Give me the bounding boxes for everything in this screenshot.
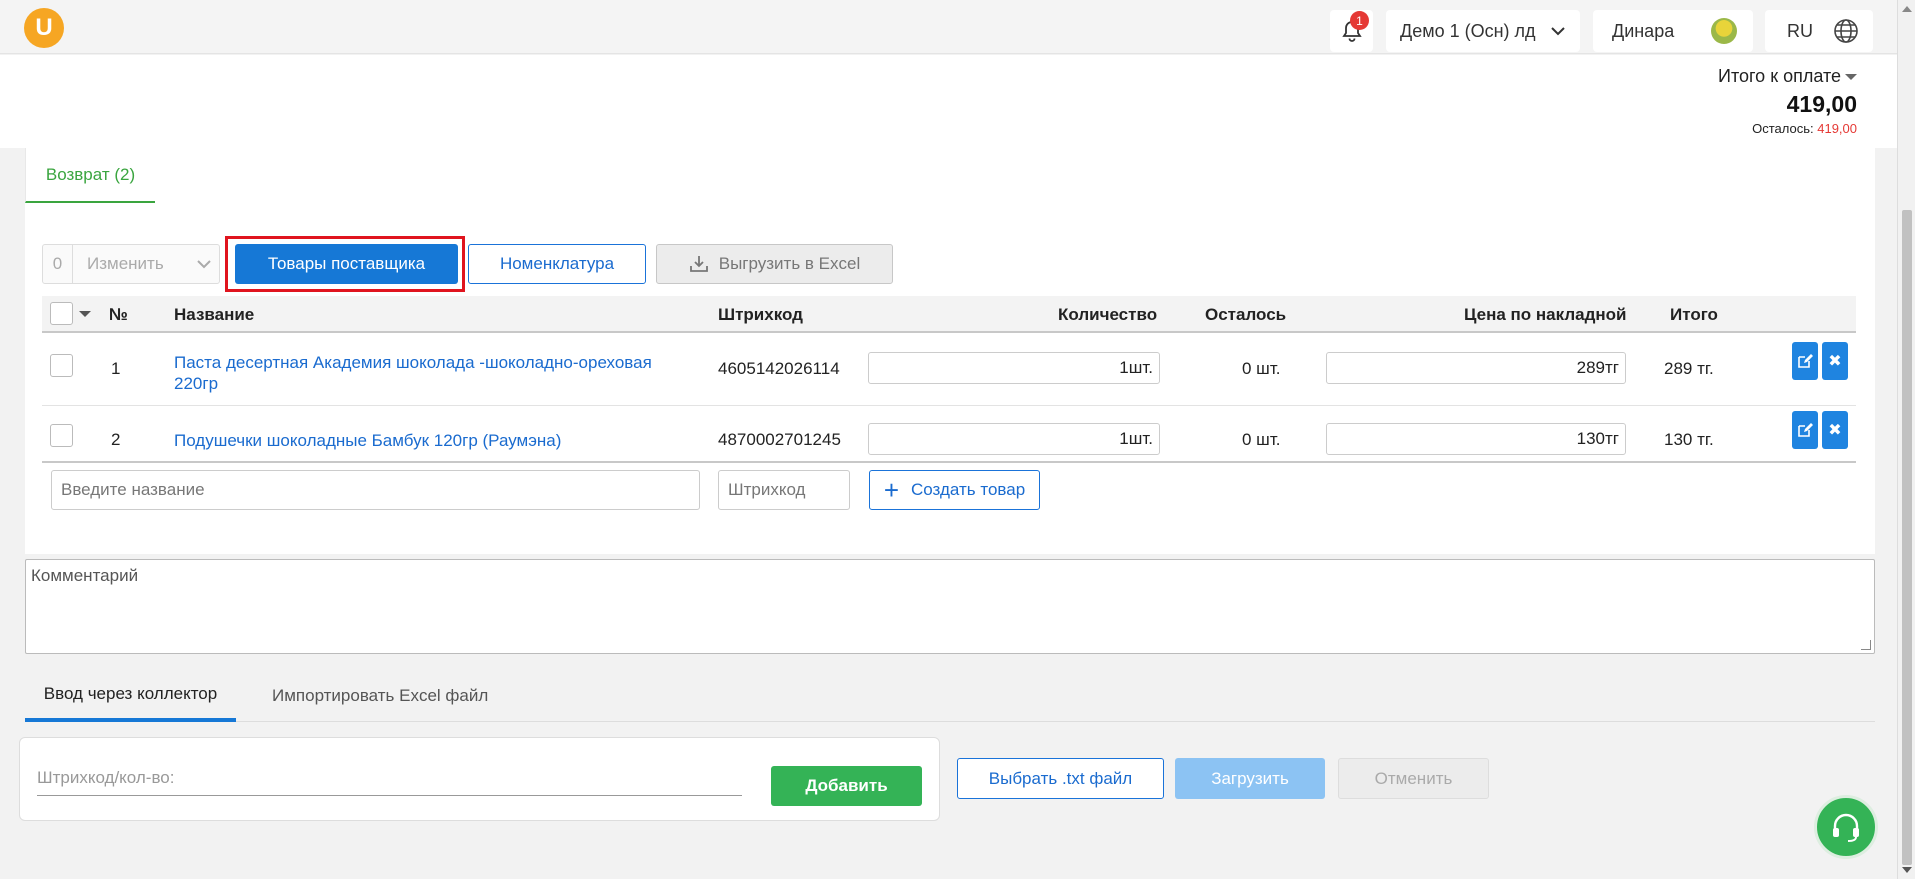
company-name: Демо 1 (Осн) лд: [1400, 20, 1536, 41]
nomenclature-button[interactable]: Номенклатура: [468, 244, 646, 284]
change-label: Изменить: [87, 254, 164, 273]
selected-count: 0: [43, 245, 73, 283]
remaining-label: Осталось:: [1752, 121, 1814, 136]
globe-icon: [1834, 19, 1858, 43]
select-all-checkbox[interactable]: [50, 302, 73, 325]
quantity-input[interactable]: 1шт.: [868, 423, 1160, 455]
app-logo[interactable]: U: [24, 8, 64, 48]
row-checkbox[interactable]: [50, 354, 73, 377]
row-barcode: 4870002701245: [718, 430, 841, 449]
notification-badge: 1: [1350, 11, 1369, 30]
quantity-input[interactable]: 1шт.: [868, 352, 1160, 384]
scrollbar-thumb[interactable]: [1902, 210, 1912, 865]
row-barcode: 4605142026114: [718, 359, 840, 378]
language-code: RU: [1787, 20, 1813, 41]
create-product-label: Создать товар: [911, 480, 1026, 499]
caret-down-icon: [1845, 74, 1857, 81]
table-header: № Название Штрихкод Количество Осталось …: [42, 296, 1856, 333]
chevron-down-icon: [189, 259, 219, 269]
col-name: Название: [174, 305, 255, 324]
notifications-button[interactable]: 1: [1330, 10, 1373, 52]
price-input[interactable]: 289тг: [1326, 352, 1626, 384]
vertical-scrollbar[interactable]: [1897, 0, 1915, 879]
col-invoice-price: Цена по накладной: [1464, 305, 1627, 324]
headset-icon: [1833, 813, 1859, 842]
delete-button[interactable]: ✖: [1822, 342, 1848, 380]
row-remaining: 0 шт.: [1242, 430, 1281, 449]
create-product-button[interactable]: + Создать товар: [869, 470, 1040, 510]
user-menu[interactable]: Динара: [1593, 10, 1753, 52]
row-number: 2: [111, 430, 121, 449]
upload-button[interactable]: Загрузить: [1175, 758, 1325, 799]
language-selector[interactable]: RU: [1765, 10, 1873, 52]
barcode-quantity-input[interactable]: Штрихкод/кол-во:: [37, 768, 742, 796]
edit-button[interactable]: [1792, 342, 1818, 380]
col-total: Итого: [1670, 305, 1718, 324]
row-total: 289 тг.: [1664, 359, 1714, 378]
remaining-amount: Осталось: 419,00: [1752, 121, 1857, 136]
cancel-button[interactable]: Отменить: [1338, 758, 1489, 799]
comment-textarea[interactable]: Комментарий: [25, 559, 1875, 654]
row-checkbox[interactable]: [50, 424, 73, 447]
add-button[interactable]: Добавить: [771, 766, 922, 806]
col-barcode: Штрихкод: [718, 305, 803, 324]
return-card: Возврат (2) 0 Изменить Товары поставщика…: [25, 148, 1875, 554]
tab-import-excel[interactable]: Импортировать Excel файл: [272, 670, 488, 722]
edit-icon: [1798, 354, 1813, 368]
total-label-toggle[interactable]: Итого к оплате: [1718, 66, 1857, 87]
support-chat-button[interactable]: [1814, 795, 1878, 859]
table-row: 1 Паста десертная Академия шоколада -шок…: [42, 334, 1856, 406]
tab-collector[interactable]: Ввод через коллектор: [25, 670, 236, 722]
payment-summary: Итого к оплате 419,00 Осталось: 419,00: [0, 55, 1897, 148]
select-menu-caret-icon[interactable]: [79, 311, 91, 317]
total-label: Итого к оплате: [1718, 66, 1841, 86]
comment-placeholder: Комментарий: [31, 566, 139, 585]
resize-grip-icon[interactable]: [1861, 640, 1871, 650]
supplier-goods-button[interactable]: Товары поставщика: [235, 244, 458, 284]
row-number: 1: [111, 359, 121, 378]
col-num: №: [109, 305, 128, 324]
logo-letter: U: [35, 14, 53, 41]
tab-return[interactable]: Возврат (2): [25, 148, 155, 203]
export-excel-button[interactable]: Выгрузить в Excel: [656, 244, 893, 284]
barcode-input[interactable]: Штрихкод: [718, 470, 850, 510]
col-quantity: Количество: [1058, 305, 1158, 324]
product-name-link[interactable]: Подушечки шоколадные Бамбук 120гр (Раумэ…: [174, 430, 694, 451]
choose-txt-file-button[interactable]: Выбрать .txt файл: [957, 758, 1164, 799]
remaining-value: 419,00: [1817, 121, 1857, 136]
bulk-change-dropdown[interactable]: 0 Изменить: [42, 244, 220, 284]
user-name: Динара: [1612, 20, 1675, 41]
edit-icon: [1798, 423, 1813, 437]
scroll-down-icon[interactable]: [1902, 867, 1912, 873]
close-icon: ✖: [1828, 422, 1842, 439]
col-remaining: Осталось: [1205, 305, 1287, 324]
top-bar: U 1 Демо 1 (Осн) лд Динара RU: [0, 0, 1897, 54]
total-value: 419,00: [1786, 91, 1857, 117]
plus-icon: +: [883, 475, 900, 505]
product-name-input[interactable]: Введите название: [51, 470, 700, 510]
company-selector[interactable]: Демо 1 (Осн) лд: [1386, 10, 1580, 52]
edit-button[interactable]: [1792, 411, 1818, 449]
input-method-tabs: Ввод через коллектор Импортировать Excel…: [25, 670, 1875, 722]
chevron-down-icon: [1551, 27, 1565, 36]
price-input[interactable]: 130тг: [1326, 423, 1626, 455]
download-icon: [689, 256, 708, 272]
row-remaining: 0 шт.: [1242, 359, 1281, 378]
delete-button[interactable]: ✖: [1822, 411, 1848, 449]
table-row: 2 Подушечки шоколадные Бамбук 120гр (Рау…: [42, 407, 1856, 463]
row-total: 130 тг.: [1664, 430, 1714, 449]
close-icon: ✖: [1828, 353, 1842, 370]
avatar: [1711, 18, 1737, 44]
scroll-up-icon[interactable]: [1902, 6, 1912, 12]
collector-panel: Штрихкод/кол-во: Добавить: [19, 737, 940, 821]
export-excel-label: Выгрузить в Excel: [718, 254, 861, 273]
product-name-link[interactable]: Паста десертная Академия шоколада -шокол…: [174, 352, 694, 394]
